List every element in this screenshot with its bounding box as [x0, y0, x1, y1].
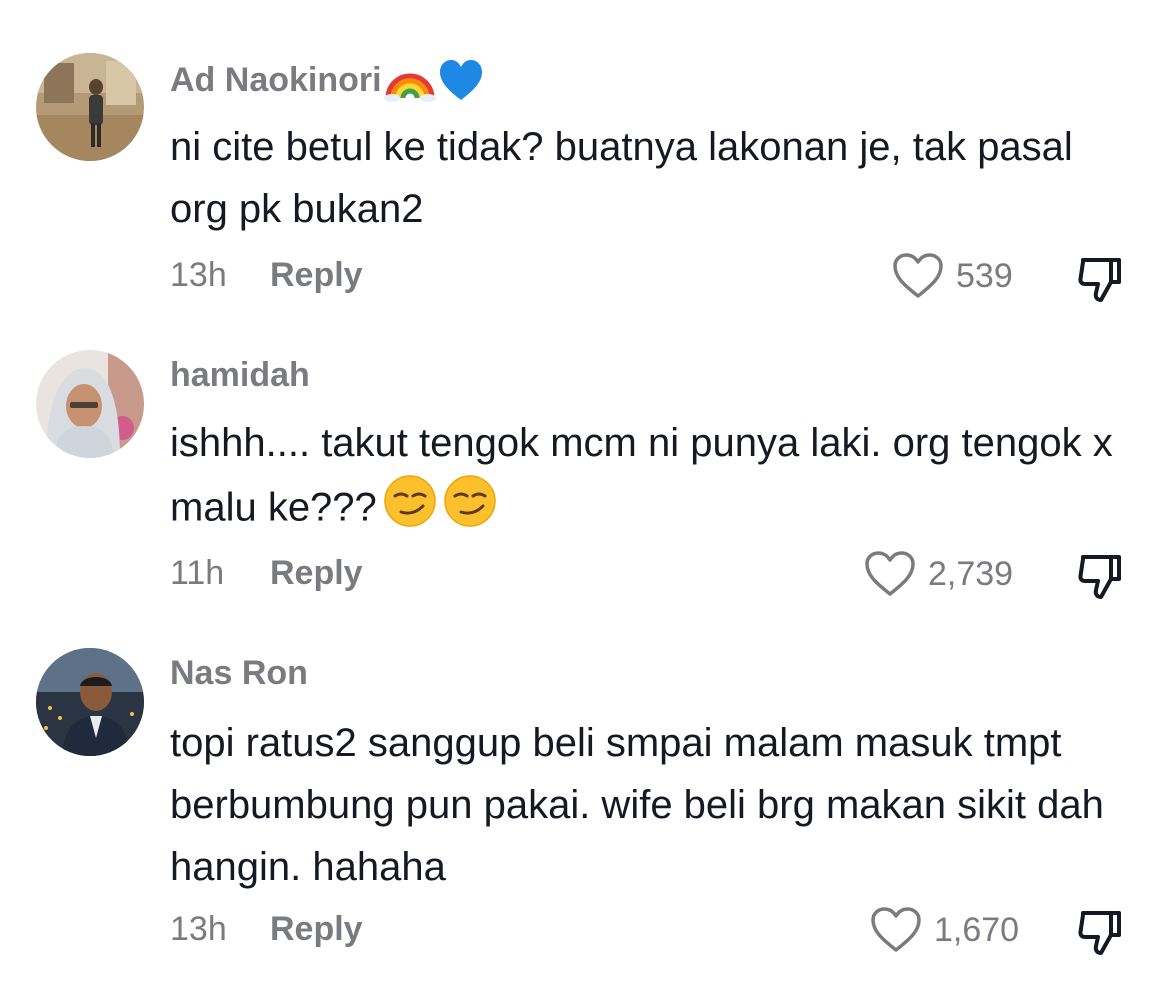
comment-username[interactable]: Nas Ron — [170, 654, 308, 693]
comment-text: topi ratus2 sanggup beli smpai malam mas… — [170, 721, 1104, 889]
heart-icon[interactable] — [870, 906, 922, 954]
like-button[interactable]: 2,739 — [864, 550, 1013, 598]
comment-username[interactable]: hamidah — [170, 356, 310, 395]
like-count: 1,670 — [934, 910, 1020, 949]
avatar[interactable] — [36, 53, 144, 161]
smirk-emoji-icon — [383, 474, 437, 546]
like-count: 2,739 — [928, 554, 1014, 593]
thumbs-down-icon[interactable] — [1075, 551, 1125, 601]
comment-username[interactable]: Ad Naokinori — [170, 58, 484, 102]
avatar[interactable] — [36, 648, 144, 756]
thumbs-down-icon[interactable] — [1075, 254, 1125, 304]
smirk-emoji-icon — [443, 474, 497, 546]
comment-meta: 13h Reply — [170, 910, 363, 949]
comment-text: ni cite betul ke tidak? buatnya lakonan … — [170, 125, 1073, 231]
thumbs-down-icon[interactable] — [1075, 907, 1125, 957]
avatar[interactable] — [36, 350, 144, 458]
comment-meta: 13h Reply — [170, 256, 363, 295]
like-count: 539 — [956, 256, 1013, 295]
comment-meta: 11h Reply — [170, 554, 363, 593]
like-button[interactable]: 539 — [892, 252, 1013, 300]
comment-time: 13h — [170, 910, 227, 948]
heart-icon[interactable] — [892, 252, 944, 300]
comment-text: ishhh.... takut tengok mcm ni punya laki… — [170, 412, 1130, 546]
comment-time: 13h — [170, 256, 227, 294]
reply-button[interactable]: Reply — [270, 910, 363, 949]
reply-button[interactable]: Reply — [270, 256, 363, 295]
heart-icon[interactable] — [864, 550, 916, 598]
rainbow-icon — [383, 58, 436, 102]
comment-time: 11h — [170, 554, 225, 592]
reply-button[interactable]: Reply — [270, 554, 363, 593]
like-button[interactable]: 1,670 — [870, 906, 1019, 954]
blue-heart-icon — [438, 58, 484, 102]
